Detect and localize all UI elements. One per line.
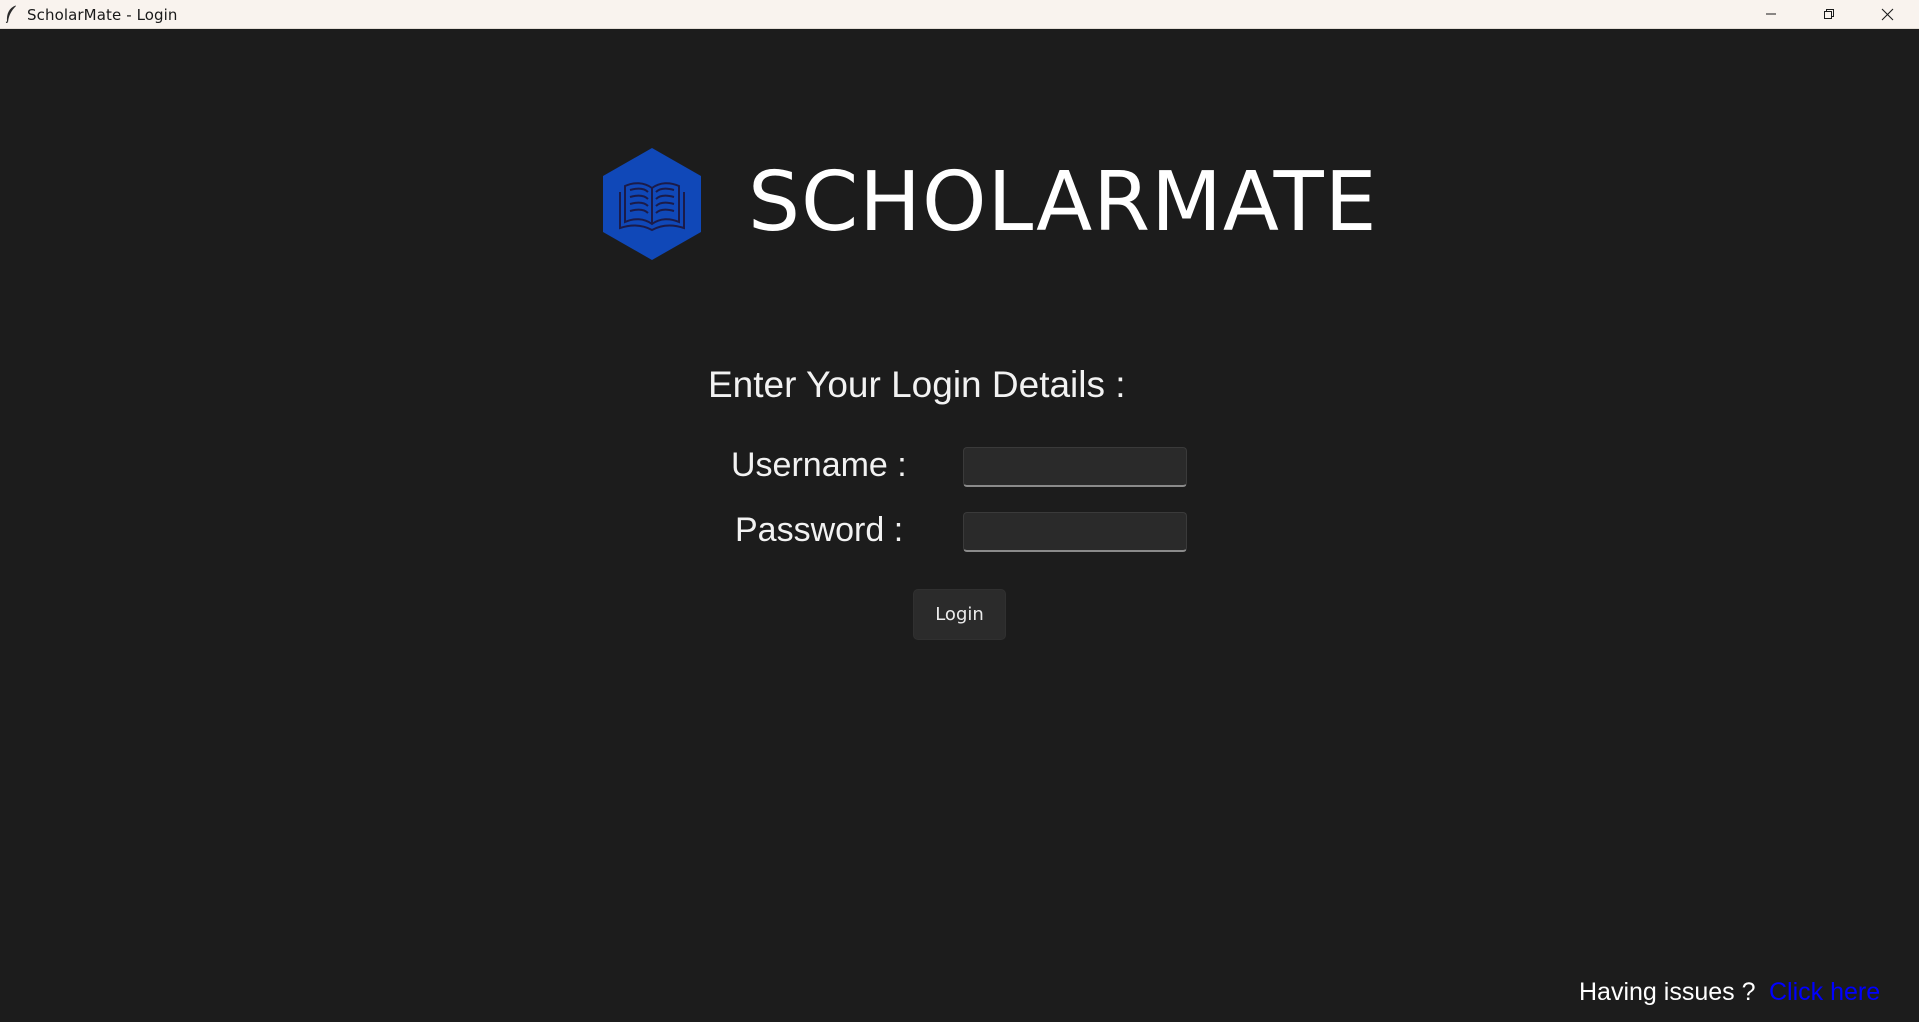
login-button[interactable]: Login [913, 589, 1006, 640]
minimize-icon [1766, 13, 1776, 15]
close-button[interactable] [1858, 0, 1916, 28]
restore-button[interactable] [1800, 0, 1858, 28]
title-bar[interactable]: ScholarMate - Login [0, 0, 1919, 29]
username-input[interactable] [963, 447, 1187, 487]
feather-icon [5, 5, 16, 23]
close-icon [1881, 8, 1893, 20]
having-issues-text: Having issues ? [1579, 978, 1756, 1006]
window-title: ScholarMate - Login [27, 6, 178, 24]
username-label: Username : [731, 446, 907, 484]
scholarmate-logo [603, 148, 701, 260]
password-label: Password : [735, 511, 904, 549]
restore-icon [1824, 9, 1834, 19]
password-input[interactable] [963, 512, 1187, 552]
help-link[interactable]: Click here [1769, 978, 1880, 1007]
login-window: ScholarMate - Login SCHOLARMATE Enter Yo… [0, 0, 1919, 1022]
brand-name: SCHOLARMATE [748, 155, 1378, 250]
minimize-button[interactable] [1742, 0, 1800, 28]
login-heading: Enter Your Login Details : [708, 364, 1126, 405]
